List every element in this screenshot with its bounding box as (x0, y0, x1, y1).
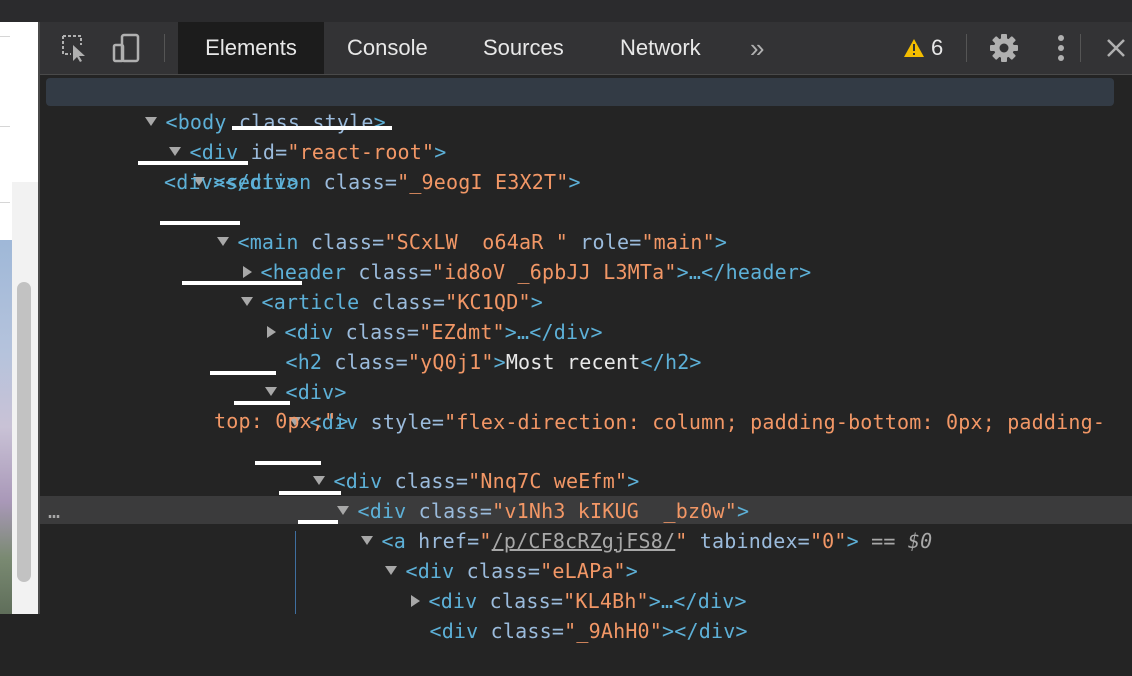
annotation-underline (234, 401, 290, 405)
select-element-icon[interactable] (58, 32, 90, 64)
window-top-strip (0, 0, 1132, 23)
warning-count: 6 (931, 35, 944, 60)
tree-row-react-root[interactable]: <div id="react-root"> (40, 107, 1132, 164)
tree-row-h2[interactable]: <h2 class="yQ0j1">Most recent</h2> (40, 317, 1132, 374)
tree-row-style-div[interactable]: <div style="flex-direction: column; padd… (40, 377, 1132, 434)
tag-name: <div (429, 619, 479, 643)
tag-name: ></div> (662, 619, 748, 643)
attr-value: top: 0px;" (214, 409, 337, 433)
warnings-button[interactable]: 6 (903, 22, 943, 74)
page-photo (0, 240, 12, 614)
page-divider (0, 126, 10, 127)
tab-console[interactable]: Console (347, 22, 428, 74)
attr-value: "_9AhH0" (564, 619, 663, 643)
devtools-toolbar: Elements Console Sources Network » 6 (40, 22, 1132, 75)
warning-icon (903, 38, 925, 58)
elements-tree: <body class style> <div id="react-root">… (40, 75, 1132, 643)
tree-row-kl4bh[interactable]: <div class="KL4Bh">…</div> (40, 556, 1132, 613)
tree-row-div[interactable]: <div> (40, 347, 1132, 404)
tab-elements[interactable]: Elements (178, 22, 324, 74)
annotation-underline (255, 461, 321, 465)
tree-row-header[interactable]: <header class="id8oV _6pbJJ L3MTa">…</he… (40, 227, 1132, 284)
toolbar-divider (966, 34, 967, 62)
toolbar-divider (164, 34, 165, 62)
annotation-underline (138, 161, 248, 165)
tree-row-body[interactable]: <body class style> (40, 77, 1132, 134)
page-divider (0, 202, 10, 203)
annotation-underline (279, 491, 341, 495)
tag-name: <div></div> (164, 170, 299, 194)
page-scrollbar-thumb[interactable] (17, 282, 31, 582)
gear-icon[interactable] (988, 32, 1020, 64)
device-toggle-icon[interactable] (110, 32, 142, 64)
tab-sources[interactable]: Sources (483, 22, 564, 74)
more-tabs-button[interactable]: » (750, 22, 764, 74)
annotation-underline (232, 126, 392, 130)
tree-row-ezdmt[interactable]: <div class="EZdmt">…</div> (40, 287, 1132, 344)
attr-name: class= (478, 619, 565, 643)
close-icon[interactable] (1100, 32, 1132, 64)
annotation-underline (160, 221, 240, 225)
toolbar-divider (1080, 34, 1081, 62)
tree-row-elapa[interactable]: <div class="eLAPa"> (40, 526, 1132, 583)
tree-row-anchor-selected[interactable]: <a href="/p/CF8cRZgjFS8/" tabindex="0"> … (40, 496, 1132, 553)
tree-row-9ahh0[interactable]: <div class="_9AhH0"></div> (40, 586, 1132, 643)
tree-row-nnq7c[interactable]: <div class="Nnq7C weEfm"> (40, 436, 1132, 493)
annotation-underline (210, 371, 276, 375)
annotation-underline (182, 281, 302, 285)
tree-row-style-div-wrap: top: 0px;"> (214, 409, 349, 433)
kebab-menu-icon[interactable] (1045, 32, 1077, 64)
page-content-strip (0, 22, 38, 614)
annotation-underline (298, 520, 338, 524)
tab-network[interactable]: Network (620, 22, 701, 74)
page-divider (0, 36, 10, 37)
tree-row-empty-div[interactable]: <div></div> (40, 167, 1132, 197)
tree-row-v1nh3[interactable]: <div class="v1Nh3 kIKUG _bz0w"> (40, 466, 1132, 523)
